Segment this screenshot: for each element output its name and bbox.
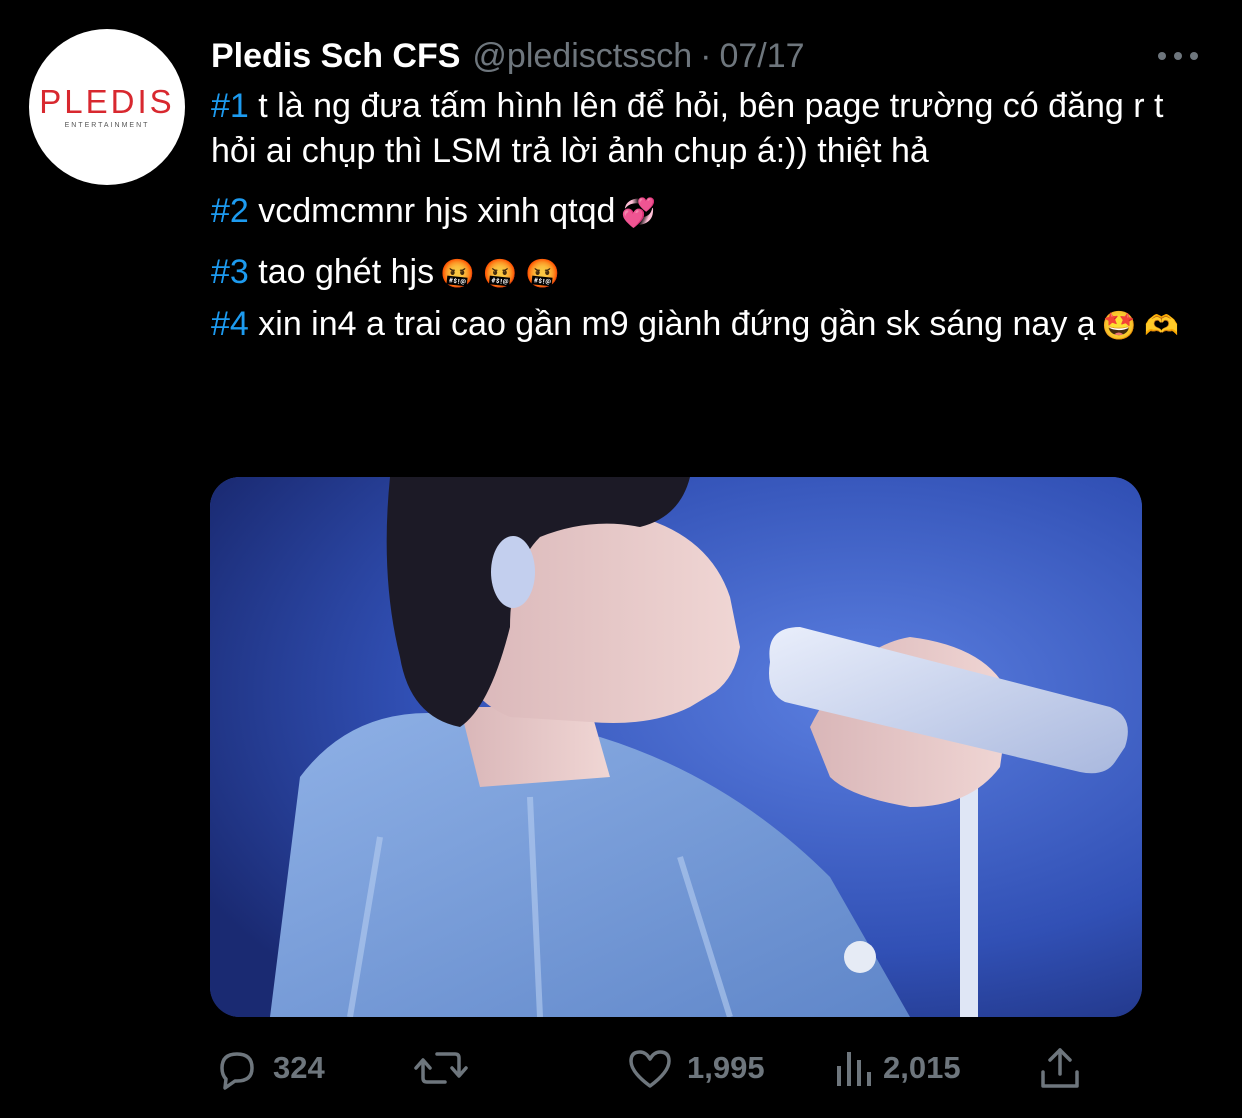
heart-icon — [629, 1050, 671, 1088]
tweet-date[interactable]: 07/17 — [719, 37, 804, 76]
tweet-actions: 324 1,995 2,015 — [213, 1040, 1093, 1096]
hashtag-4[interactable]: #4 — [211, 305, 249, 343]
hashtag-1[interactable]: #1 — [211, 87, 249, 125]
avatar[interactable]: PLEDIS ENTERTAINMENT — [29, 29, 185, 185]
display-name[interactable]: Pledis Sch CFS — [211, 37, 460, 76]
avatar-logo-text: PLEDIS — [39, 83, 175, 120]
views-button[interactable]: 2,015 — [835, 1040, 961, 1096]
paragraph-1-text: t là ng đưa tấm hình lên để hỏi, bên pag… — [211, 87, 1164, 170]
share-button[interactable] — [1037, 1040, 1083, 1096]
paragraph-4-text: xin in4 a trai cao gần m9 giành đứng gần… — [248, 305, 1096, 343]
views-count: 2,015 — [883, 1050, 961, 1085]
tweet-paragraph-1: #1 t là ng đưa tấm hình lên để hỏi, bên … — [211, 84, 1201, 174]
hashtag-2[interactable]: #2 — [211, 192, 249, 230]
tweet-text: #1 t là ng đưa tấm hình lên để hỏi, bên … — [211, 84, 1201, 350]
like-button[interactable]: 1,995 — [625, 1040, 765, 1096]
emoji-heart: 💞 — [621, 197, 657, 228]
retweet-button[interactable] — [413, 1040, 481, 1096]
share-icon — [1041, 1048, 1079, 1088]
tweet-paragraph-3: #3 tao ghét hjs 🤬 🤬 🤬 — [211, 250, 1201, 296]
retweet-icon — [414, 1052, 468, 1084]
analytics-icon — [837, 1052, 871, 1086]
header-separator: · — [700, 36, 712, 75]
reply-count: 324 — [273, 1050, 325, 1085]
tweet-paragraph-4: #4 xin in4 a trai cao gần m9 giành đứng … — [211, 300, 1201, 350]
avatar-logo-subtext: ENTERTAINMENT — [64, 122, 150, 129]
user-handle[interactable]: @pledisctssch — [472, 37, 692, 76]
reply-button[interactable]: 324 — [213, 1040, 325, 1096]
tweet-paragraph-2: #2 vcdmcmnr hjs xinh qtqd 💞 — [211, 189, 1201, 235]
hashtag-3[interactable]: #3 — [211, 253, 249, 291]
emoji-starstruck: 🤩 🫶 — [1101, 310, 1180, 341]
like-count: 1,995 — [687, 1050, 765, 1085]
paragraph-2-text: vcdmcmnr hjs xinh qtqd — [248, 192, 616, 230]
more-icon[interactable] — [1158, 44, 1198, 68]
tweet-photo[interactable] — [210, 477, 1142, 1017]
emoji-angry: 🤬 🤬 🤬 — [440, 258, 561, 289]
paragraph-3-text: tao ghét hjs — [248, 253, 435, 291]
photo-illustration — [210, 477, 1142, 1017]
reply-icon — [220, 1052, 254, 1090]
tweet-header: Pledis Sch CFS @pledisctssch · 07/17 — [211, 34, 805, 78]
